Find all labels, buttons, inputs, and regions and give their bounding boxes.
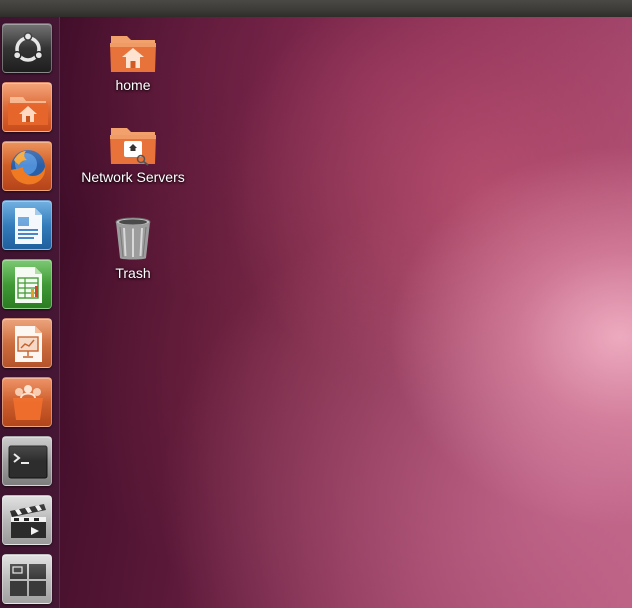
desktop-icon-label: Network Servers bbox=[81, 169, 185, 185]
firefox-icon bbox=[11, 150, 46, 185]
launcher-dash-button[interactable] bbox=[2, 23, 52, 73]
libreoffice-calc-icon bbox=[15, 267, 42, 303]
launcher-libreoffice-writer[interactable] bbox=[2, 200, 52, 250]
home-folder-icon bbox=[8, 97, 48, 125]
software-center-icon bbox=[13, 385, 43, 420]
ubuntu-dash-icon bbox=[12, 32, 44, 62]
libreoffice-impress-icon bbox=[15, 326, 42, 362]
launcher-home-folder[interactable] bbox=[2, 82, 52, 132]
desktop-icon-home[interactable]: home bbox=[63, 30, 203, 94]
desktop-icon-trash[interactable]: Trash bbox=[63, 216, 203, 282]
launcher-software-center[interactable] bbox=[2, 377, 52, 427]
launcher bbox=[0, 17, 60, 608]
launcher-workspace-switcher[interactable] bbox=[2, 554, 52, 604]
desktop-wallpaper[interactable] bbox=[60, 17, 632, 608]
home-folder-icon bbox=[110, 36, 156, 72]
workspace-switcher-icon bbox=[10, 564, 46, 596]
network-folder-icon bbox=[110, 128, 156, 166]
desktop-screen: home Network Servers Trash bbox=[0, 0, 632, 608]
top-panel bbox=[0, 0, 632, 17]
libreoffice-writer-icon bbox=[15, 208, 42, 244]
trash-icon bbox=[115, 217, 151, 260]
desktop-icon-label: Trash bbox=[115, 265, 151, 281]
launcher-terminal[interactable] bbox=[2, 436, 52, 486]
desktop-icon-label: home bbox=[115, 77, 151, 93]
launcher-firefox[interactable] bbox=[2, 141, 52, 191]
launcher-video-editor[interactable] bbox=[2, 495, 52, 545]
launcher-libreoffice-calc[interactable] bbox=[2, 259, 52, 309]
desktop-icon-network-servers[interactable]: Network Servers bbox=[63, 122, 203, 186]
launcher-libreoffice-impress[interactable] bbox=[2, 318, 52, 368]
terminal-icon bbox=[8, 445, 48, 479]
video-editor-icon bbox=[10, 504, 46, 538]
